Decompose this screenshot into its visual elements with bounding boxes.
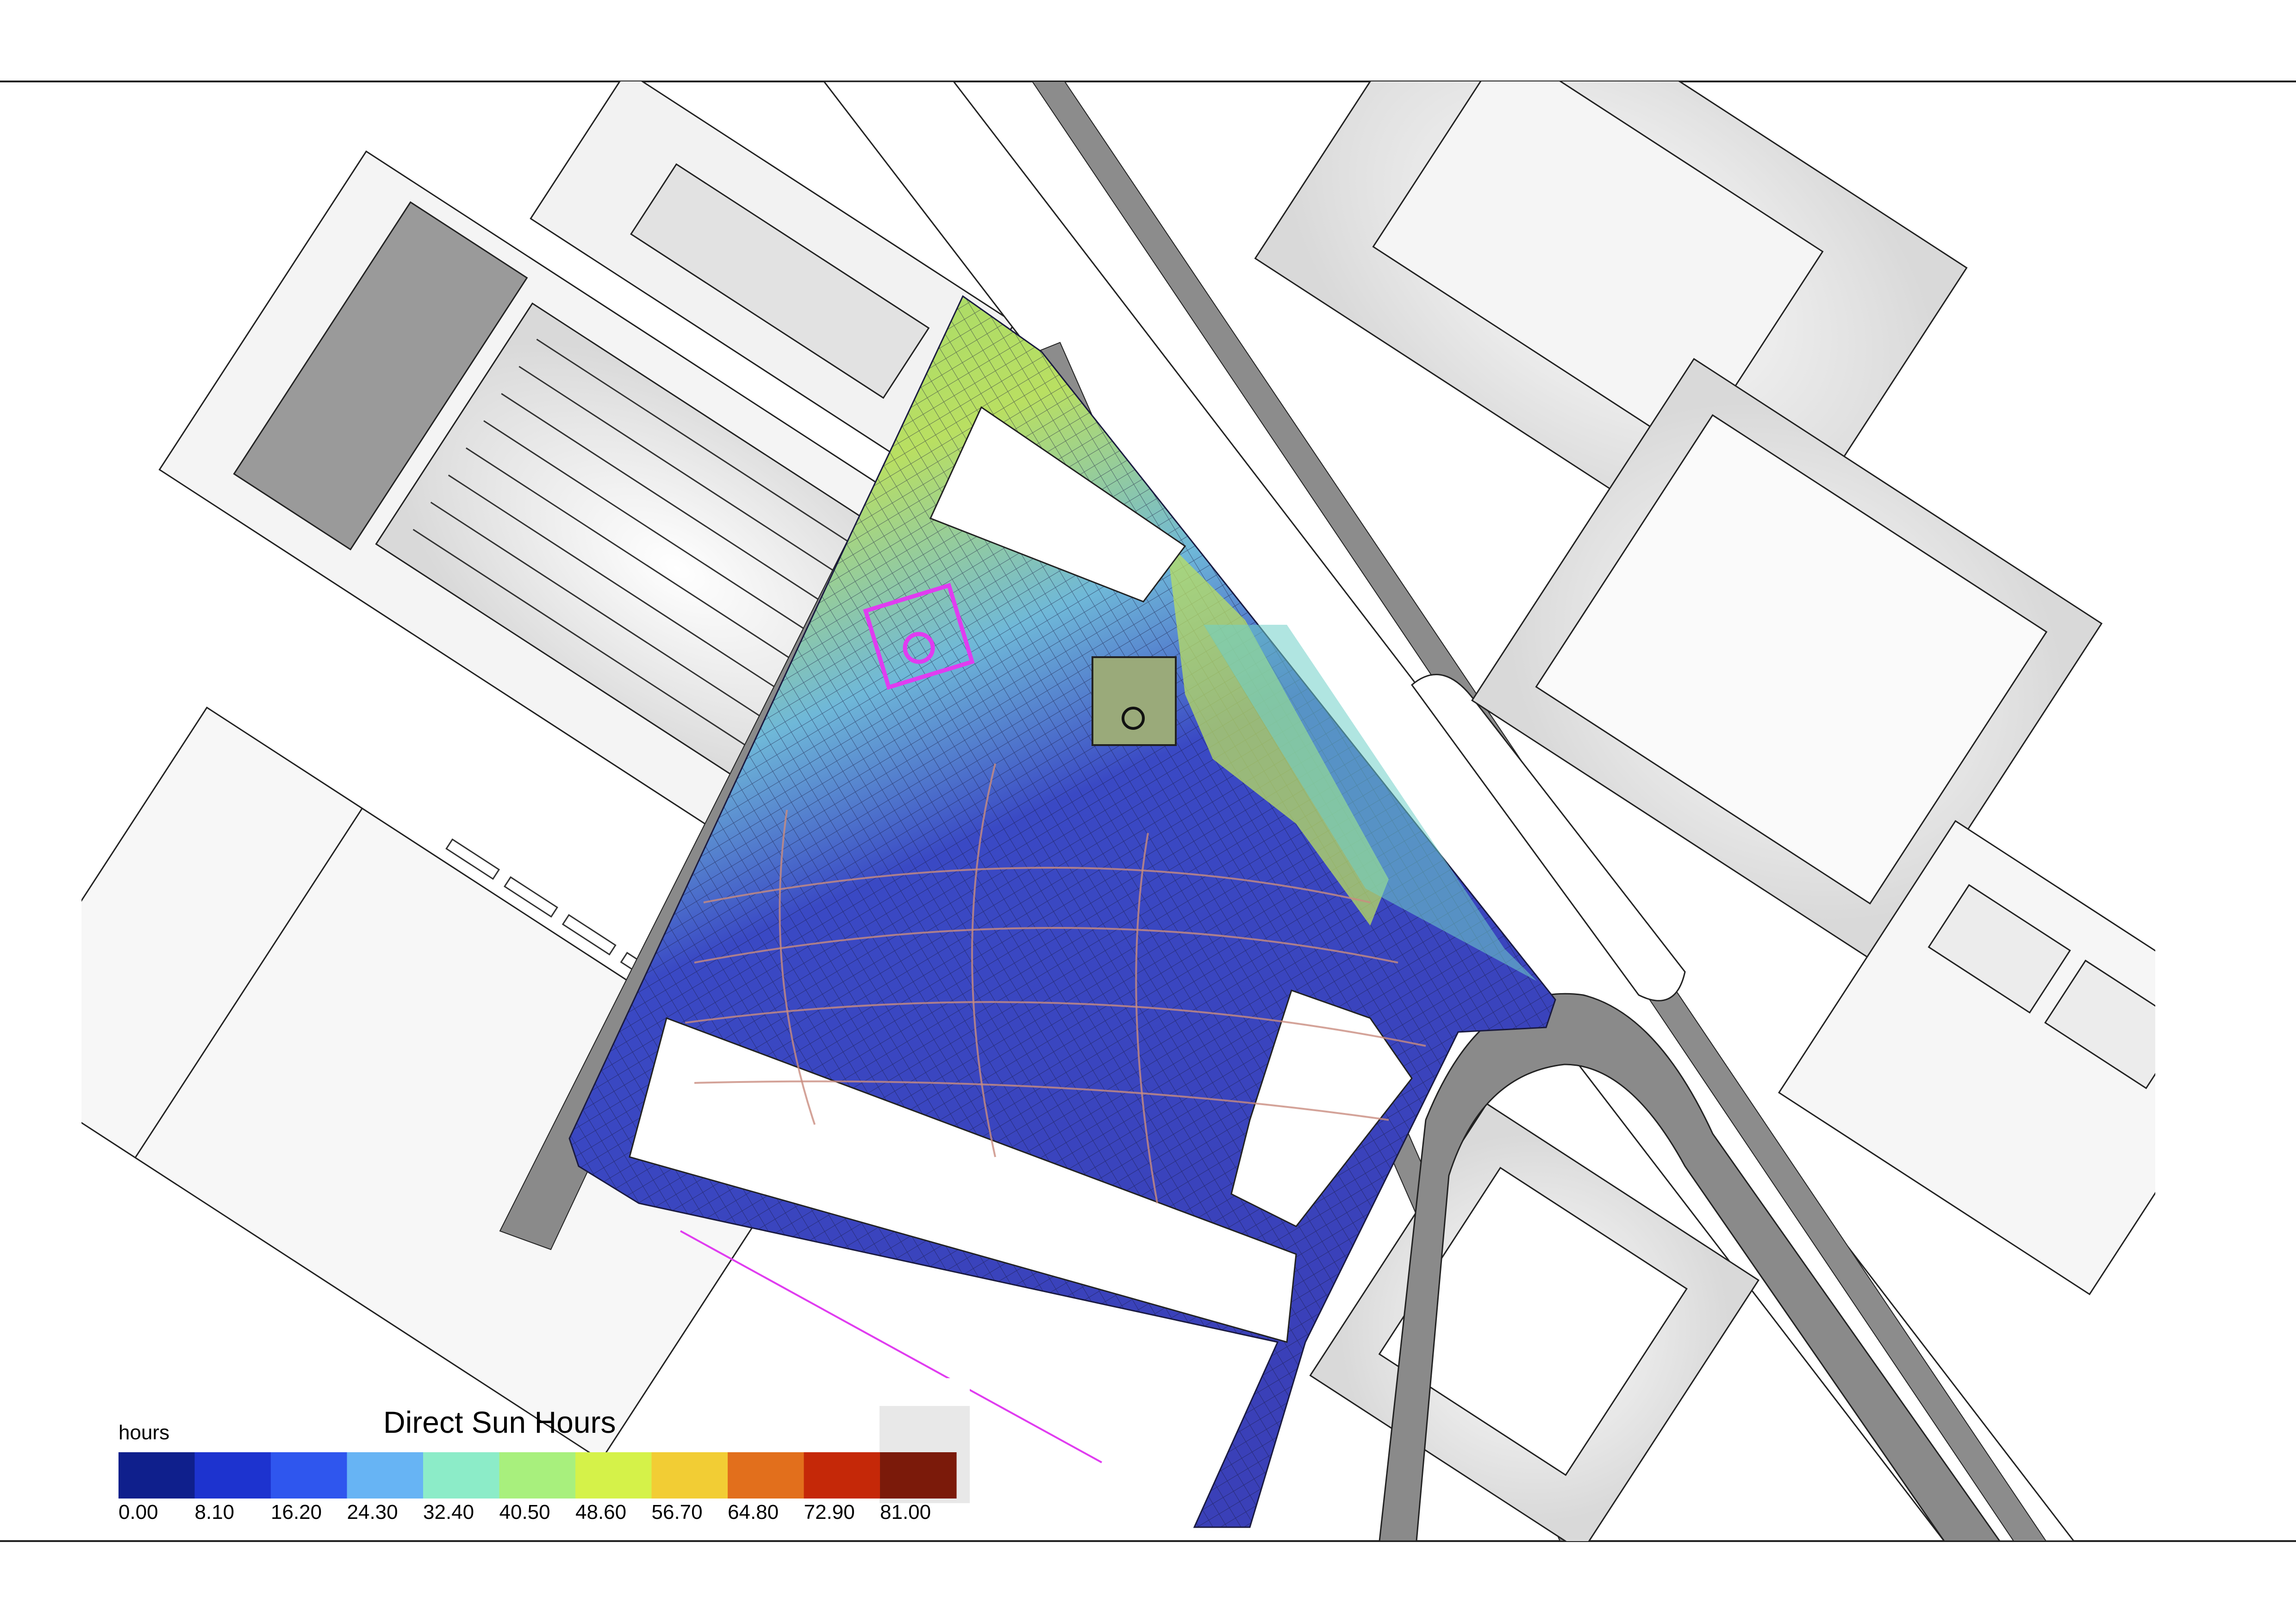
legend-swatch (347, 1452, 424, 1499)
legend-tick-label: 0.00 (119, 1501, 158, 1524)
legend-swatch (119, 1452, 195, 1499)
legend-tick-label: 24.30 (347, 1501, 398, 1524)
legend-swatch (194, 1452, 271, 1499)
legend-title: Direct Sun Hours (383, 1405, 616, 1439)
site-pavilion (1092, 656, 1177, 746)
legend-tick-label: 56.70 (652, 1501, 703, 1524)
legend-swatch (499, 1452, 576, 1499)
legend-swatch (728, 1452, 805, 1499)
legend-ticks: 0.00 8.10 16.20 24.30 32.40 40.50 48.60 56.70 64… (119, 1501, 931, 1524)
legend-tick-label: 72.90 (804, 1501, 855, 1524)
legend-tick-label: 8.10 (195, 1501, 235, 1524)
sun-hours-site-map: hours Direct Sun Hours 0.00 8.10 16.20 24.3… (0, 81, 2296, 1542)
legend-swatch (423, 1452, 500, 1499)
legend-tick-label: 16.20 (271, 1501, 322, 1524)
legend-swatch (880, 1452, 957, 1499)
legend-swatches (119, 1452, 957, 1499)
legend-tick-label: 64.80 (728, 1501, 779, 1524)
legend-swatch (575, 1452, 652, 1499)
legend-tick-label: 32.40 (423, 1501, 474, 1524)
legend-tick-label: 48.60 (575, 1501, 626, 1524)
legend-swatch (271, 1452, 348, 1499)
legend-unit: hours (119, 1421, 169, 1444)
legend-tick-label: 81.00 (880, 1501, 931, 1524)
legend-tick-label: 40.50 (499, 1501, 550, 1524)
legend-swatch (651, 1452, 728, 1499)
legend-swatch (804, 1452, 880, 1499)
